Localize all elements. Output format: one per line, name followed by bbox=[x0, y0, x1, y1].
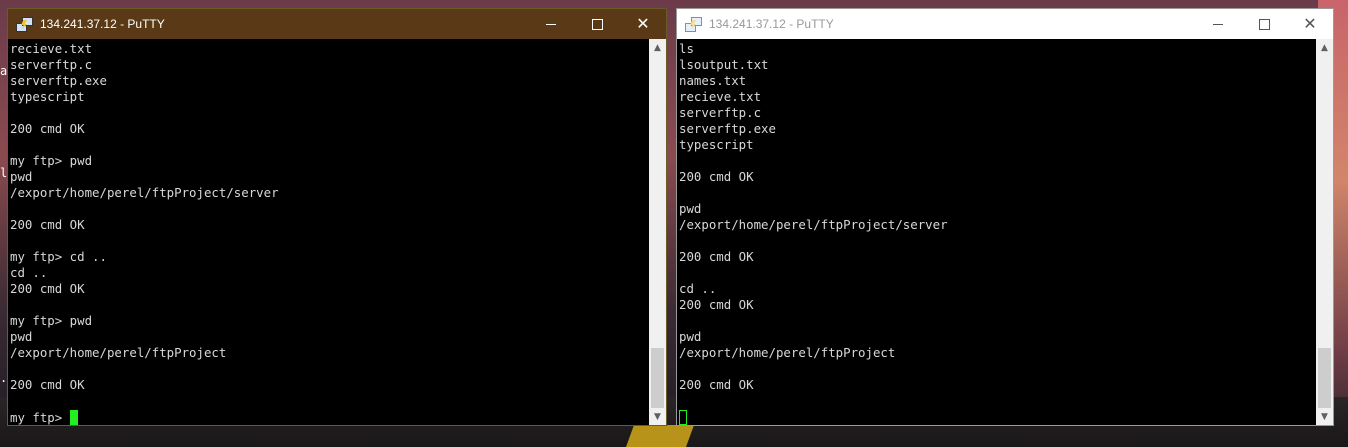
maximize-button[interactable] bbox=[1241, 9, 1287, 39]
scroll-up-button[interactable]: ▲ bbox=[649, 39, 666, 56]
terminal-line: recieve.txt bbox=[679, 89, 762, 104]
scroll-down-button[interactable]: ▼ bbox=[1316, 408, 1333, 425]
terminal-line: ls bbox=[679, 41, 694, 56]
terminal-output: recieve.txt serverftp.c serverftp.exe types… bbox=[8, 39, 649, 409]
terminal-line: my ftp> cd .. bbox=[10, 249, 107, 264]
prompt-line[interactable]: my ftp> bbox=[8, 409, 649, 425]
maximize-icon bbox=[1258, 18, 1270, 30]
terminal-line: /export/home/perel/ftpProject/server bbox=[10, 185, 279, 200]
terminal-line: pwd bbox=[679, 329, 702, 344]
scroll-thumb[interactable] bbox=[651, 348, 664, 408]
scroll-down-button[interactable]: ▼ bbox=[649, 408, 666, 425]
putty-icon[interactable] bbox=[16, 16, 33, 32]
terminal-line: recieve.txt bbox=[10, 41, 93, 56]
terminal-area[interactable]: recieve.txt serverftp.c serverftp.exe types… bbox=[8, 39, 649, 425]
terminal-line: serverftp.exe bbox=[10, 73, 107, 88]
cursor bbox=[679, 409, 687, 425]
terminal-line: pwd bbox=[10, 329, 33, 344]
terminal-line: cd .. bbox=[679, 281, 717, 296]
putty-window-left[interactable]: 134.241.37.12 - PuTTY ✕ recieve.txt serve… bbox=[7, 8, 667, 426]
terminal-line: /export/home/perel/ftpProject bbox=[679, 345, 896, 360]
terminal-line: 200 cmd OK bbox=[679, 297, 754, 312]
terminal-line: 200 cmd OK bbox=[679, 169, 754, 184]
terminal-line: serverftp.exe bbox=[679, 121, 776, 136]
minimize-button[interactable] bbox=[528, 9, 574, 39]
terminal-line: lsoutput.txt bbox=[679, 57, 769, 72]
terminal-line: 200 cmd OK bbox=[10, 281, 85, 296]
maximize-icon bbox=[591, 18, 603, 30]
terminal-line: typescript bbox=[679, 137, 754, 152]
scroll-up-button[interactable]: ▲ bbox=[1316, 39, 1333, 56]
window-title: 134.241.37.12 - PuTTY bbox=[709, 17, 834, 31]
chevron-down-icon: ▼ bbox=[654, 411, 661, 422]
terminal-line: serverftp.c bbox=[10, 57, 93, 72]
cursor bbox=[69, 409, 78, 425]
ftp-prompt: my ftp> bbox=[10, 409, 70, 425]
title-bar[interactable]: 134.241.37.12 - PuTTY ✕ bbox=[677, 9, 1333, 39]
terminal-area[interactable]: ls lsoutput.txt names.txt recieve.txt server… bbox=[677, 39, 1316, 425]
terminal-line: 200 cmd OK bbox=[10, 121, 85, 136]
close-button[interactable]: ✕ bbox=[1287, 9, 1333, 39]
vertical-scrollbar[interactable]: ▲ ▼ bbox=[649, 39, 666, 425]
terminal-output: ls lsoutput.txt names.txt recieve.txt server… bbox=[677, 39, 1316, 409]
terminal-line: pwd bbox=[10, 169, 33, 184]
terminal-line: 200 cmd OK bbox=[679, 249, 754, 264]
minimize-icon bbox=[546, 23, 556, 25]
terminal-line: cd .. bbox=[10, 265, 48, 280]
terminal-line: typescript bbox=[10, 89, 85, 104]
road-stripe bbox=[625, 425, 695, 447]
maximize-button[interactable] bbox=[574, 9, 620, 39]
terminal-line: /export/home/perel/ftpProject/server bbox=[679, 217, 948, 232]
chevron-down-icon: ▼ bbox=[1321, 411, 1328, 422]
terminal-line: 200 cmd OK bbox=[10, 217, 85, 232]
terminal-line: 200 cmd OK bbox=[10, 377, 85, 392]
prompt-line[interactable] bbox=[677, 409, 1316, 425]
terminal-line: /export/home/perel/ftpProject bbox=[10, 345, 227, 360]
putty-icon[interactable] bbox=[685, 16, 702, 32]
terminal-line: pwd bbox=[679, 201, 702, 216]
close-icon: ✕ bbox=[636, 14, 650, 33]
terminal-line: serverftp.c bbox=[679, 105, 762, 120]
terminal-line: my ftp> pwd bbox=[10, 313, 93, 328]
window-controls: ✕ bbox=[528, 9, 666, 39]
chevron-up-icon: ▲ bbox=[654, 42, 661, 53]
chevron-up-icon: ▲ bbox=[1321, 42, 1328, 53]
vertical-scrollbar[interactable]: ▲ ▼ bbox=[1316, 39, 1333, 425]
scroll-thumb[interactable] bbox=[1318, 348, 1331, 408]
terminal-line: 200 cmd OK bbox=[679, 377, 754, 392]
close-icon: ✕ bbox=[1303, 14, 1317, 33]
terminal-line: my ftp> pwd bbox=[10, 153, 93, 168]
terminal-line: names.txt bbox=[679, 73, 747, 88]
minimize-button[interactable] bbox=[1195, 9, 1241, 39]
window-controls: ✕ bbox=[1195, 9, 1333, 39]
title-bar[interactable]: 134.241.37.12 - PuTTY ✕ bbox=[8, 9, 666, 39]
putty-window-right[interactable]: 134.241.37.12 - PuTTY ✕ ls lsoutput.txt na… bbox=[676, 8, 1334, 426]
close-button[interactable]: ✕ bbox=[620, 9, 666, 39]
window-title: 134.241.37.12 - PuTTY bbox=[40, 17, 165, 31]
minimize-icon bbox=[1213, 23, 1223, 25]
